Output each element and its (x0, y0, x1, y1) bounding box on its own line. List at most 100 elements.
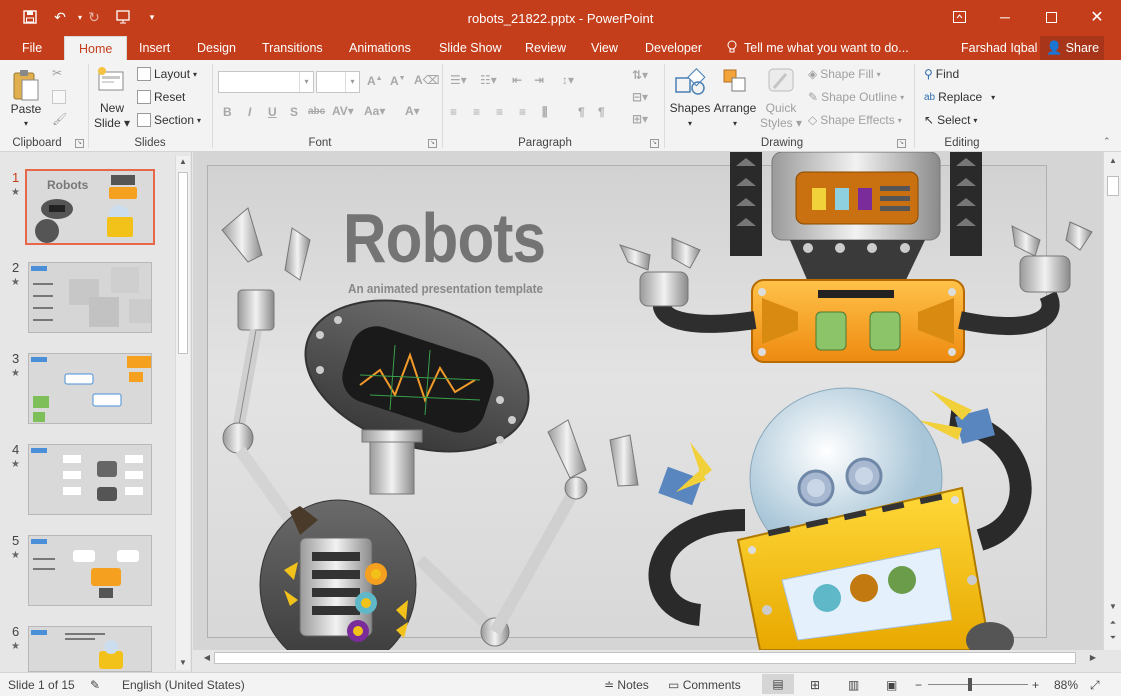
slide-vertical-scrollbar[interactable]: ▲ ▼ ⏶ ⏷ (1103, 152, 1121, 650)
new-slide-icon[interactable] (96, 66, 126, 99)
reset-button[interactable]: Reset (137, 90, 185, 104)
fit-slide-icon[interactable]: ⤢ (1090, 678, 1100, 693)
shape-fill-button[interactable]: ◈ Shape Fill ▾ (808, 67, 881, 81)
comments-button[interactable]: ▭ Comments (668, 678, 741, 692)
bullets-button[interactable]: ☰▾ (450, 73, 467, 87)
text-direction-ltr-button[interactable]: ¶ (578, 105, 585, 119)
font-launcher-icon[interactable]: ↘ (428, 139, 437, 148)
decrease-indent-button[interactable]: ⇤ (512, 73, 522, 87)
quick-styles-icon[interactable] (766, 66, 796, 99)
slide-thumbnail-2[interactable] (28, 262, 152, 333)
tab-developer[interactable]: Developer (643, 36, 704, 60)
select-button[interactable]: ↖ Select ▾ (924, 113, 977, 127)
slide-scroll-thumb[interactable] (1107, 176, 1119, 196)
copy-icon[interactable] (52, 90, 66, 104)
layout-button[interactable]: Layout ▾ (137, 67, 197, 81)
user-name[interactable]: Farshad Iqbal (961, 36, 1037, 60)
arrange-dropdown-icon[interactable]: ▾ (712, 116, 758, 131)
underline-button[interactable]: U (268, 105, 277, 119)
strikethrough-button[interactable]: abc (308, 106, 325, 117)
font-size-combo[interactable]: ▾ (316, 71, 360, 93)
zoom-slider-thumb[interactable] (968, 678, 972, 691)
arrange-icon[interactable] (720, 66, 750, 99)
horizontal-scroll-thumb[interactable] (214, 652, 1076, 664)
new-slide-button[interactable]: New (92, 101, 132, 116)
tell-me-search[interactable]: Tell me what you want to do... (744, 36, 909, 60)
clipboard-launcher-icon[interactable]: ↘ (75, 139, 84, 148)
tab-insert[interactable]: Insert (137, 36, 172, 60)
reading-view-button[interactable]: ▥ (848, 678, 859, 692)
convert-to-smartart-icon[interactable]: ⊞▾ (632, 112, 648, 126)
tab-slide-show[interactable]: Slide Show (437, 36, 504, 60)
quick-styles-button[interactable]: Quick (760, 101, 802, 116)
drawing-launcher-icon[interactable]: ↘ (897, 139, 906, 148)
slide-subtitle[interactable]: An animated presentation template (348, 281, 543, 296)
zoom-slider-track[interactable] (928, 684, 1028, 685)
shape-effects-button[interactable]: ◇ Shape Effects ▾ (808, 113, 902, 127)
scroll-down-icon[interactable]: ▼ (1106, 602, 1120, 611)
find-button[interactable]: ⚲ Find (924, 67, 959, 81)
clear-formatting-icon[interactable]: A⌫ (414, 73, 440, 87)
line-spacing-button[interactable]: ↕▾ (562, 73, 574, 87)
tab-home[interactable]: Home (64, 36, 128, 60)
font-name-combo[interactable]: ▾ (218, 71, 314, 93)
zoom-in-button[interactable]: + (1032, 678, 1039, 692)
shapes-icon[interactable] (674, 66, 706, 99)
align-text-icon[interactable]: ⊟▾ (632, 90, 648, 104)
normal-view-button[interactable]: ▤ (762, 674, 794, 694)
format-painter-icon[interactable]: 🖌 (52, 112, 67, 126)
align-right-button[interactable]: ≡ (496, 105, 503, 119)
tell-me-icon[interactable] (726, 36, 738, 60)
tab-review[interactable]: Review (523, 36, 568, 60)
text-direction-icon[interactable]: ⇅▾ (632, 68, 648, 82)
scroll-up-icon[interactable]: ▲ (176, 157, 190, 166)
close-button[interactable]: ✕ (1074, 4, 1120, 30)
next-slide-icon[interactable]: ⏷ (1106, 633, 1120, 643)
language-status[interactable]: English (United States) (122, 678, 245, 692)
align-center-button[interactable]: ≡ (473, 105, 480, 119)
paste-button[interactable]: Paste (8, 102, 44, 117)
scroll-right-icon[interactable]: ▶ (1086, 653, 1100, 662)
minimize-button[interactable]: ─ (982, 4, 1028, 30)
numbering-button[interactable]: ☷▾ (480, 73, 497, 87)
share-button[interactable]: 👤 Share (1040, 36, 1104, 60)
notes-button[interactable]: ≐ Notes (604, 678, 649, 692)
slide-show-button[interactable]: ▣ (886, 678, 897, 692)
text-direction-rtl-button[interactable]: ¶ (598, 105, 605, 119)
paragraph-launcher-icon[interactable]: ↘ (650, 139, 659, 148)
decrease-font-icon[interactable]: A▼ (390, 74, 406, 88)
tab-animations[interactable]: Animations (347, 36, 413, 60)
paste-icon[interactable] (12, 68, 40, 105)
zoom-out-button[interactable]: − (915, 678, 922, 692)
slide-thumbnail-3[interactable] (28, 353, 152, 424)
scroll-left-icon[interactable]: ◀ (200, 653, 214, 662)
tab-view[interactable]: View (589, 36, 620, 60)
justify-button[interactable]: ≡ (519, 105, 526, 119)
arrange-button[interactable]: Arrange (712, 101, 758, 116)
replace-button[interactable]: ab Replace ▾ (924, 90, 995, 104)
slide-thumbnail-4[interactable] (28, 444, 152, 515)
slide-title[interactable]: Robots (343, 198, 546, 278)
cut-icon[interactable]: ✂ (52, 66, 62, 80)
font-color-button[interactable]: A▾ (405, 104, 420, 118)
increase-font-icon[interactable]: A▲ (367, 74, 383, 88)
text-shadow-button[interactable]: S (290, 105, 298, 119)
thumbnail-scroll-thumb[interactable] (178, 172, 188, 354)
slide-thumbnail-6[interactable] (28, 626, 152, 672)
slide-sorter-button[interactable]: ⊞ (810, 678, 820, 692)
slide-thumbnail-5[interactable] (28, 535, 152, 606)
section-button[interactable]: Section ▾ (137, 113, 201, 127)
italic-button[interactable]: I (248, 105, 251, 119)
columns-button[interactable]: ⫼ (542, 105, 548, 120)
spelling-check-icon[interactable]: ✎ (90, 678, 100, 692)
previous-slide-icon[interactable]: ⏶ (1106, 618, 1120, 628)
horizontal-scrollbar[interactable]: ◀ ▶ (196, 650, 1102, 667)
paste-dropdown-icon[interactable]: ▾ (8, 116, 44, 131)
change-case-button[interactable]: Aa▾ (364, 104, 385, 118)
scroll-up-icon[interactable]: ▲ (1106, 156, 1120, 165)
tab-transitions[interactable]: Transitions (260, 36, 325, 60)
maximize-button[interactable] (1028, 4, 1074, 30)
zoom-level[interactable]: 88% (1054, 678, 1078, 692)
collapse-ribbon-icon[interactable]: ⌃ (1103, 136, 1111, 147)
scroll-down-icon[interactable]: ▼ (176, 658, 190, 667)
